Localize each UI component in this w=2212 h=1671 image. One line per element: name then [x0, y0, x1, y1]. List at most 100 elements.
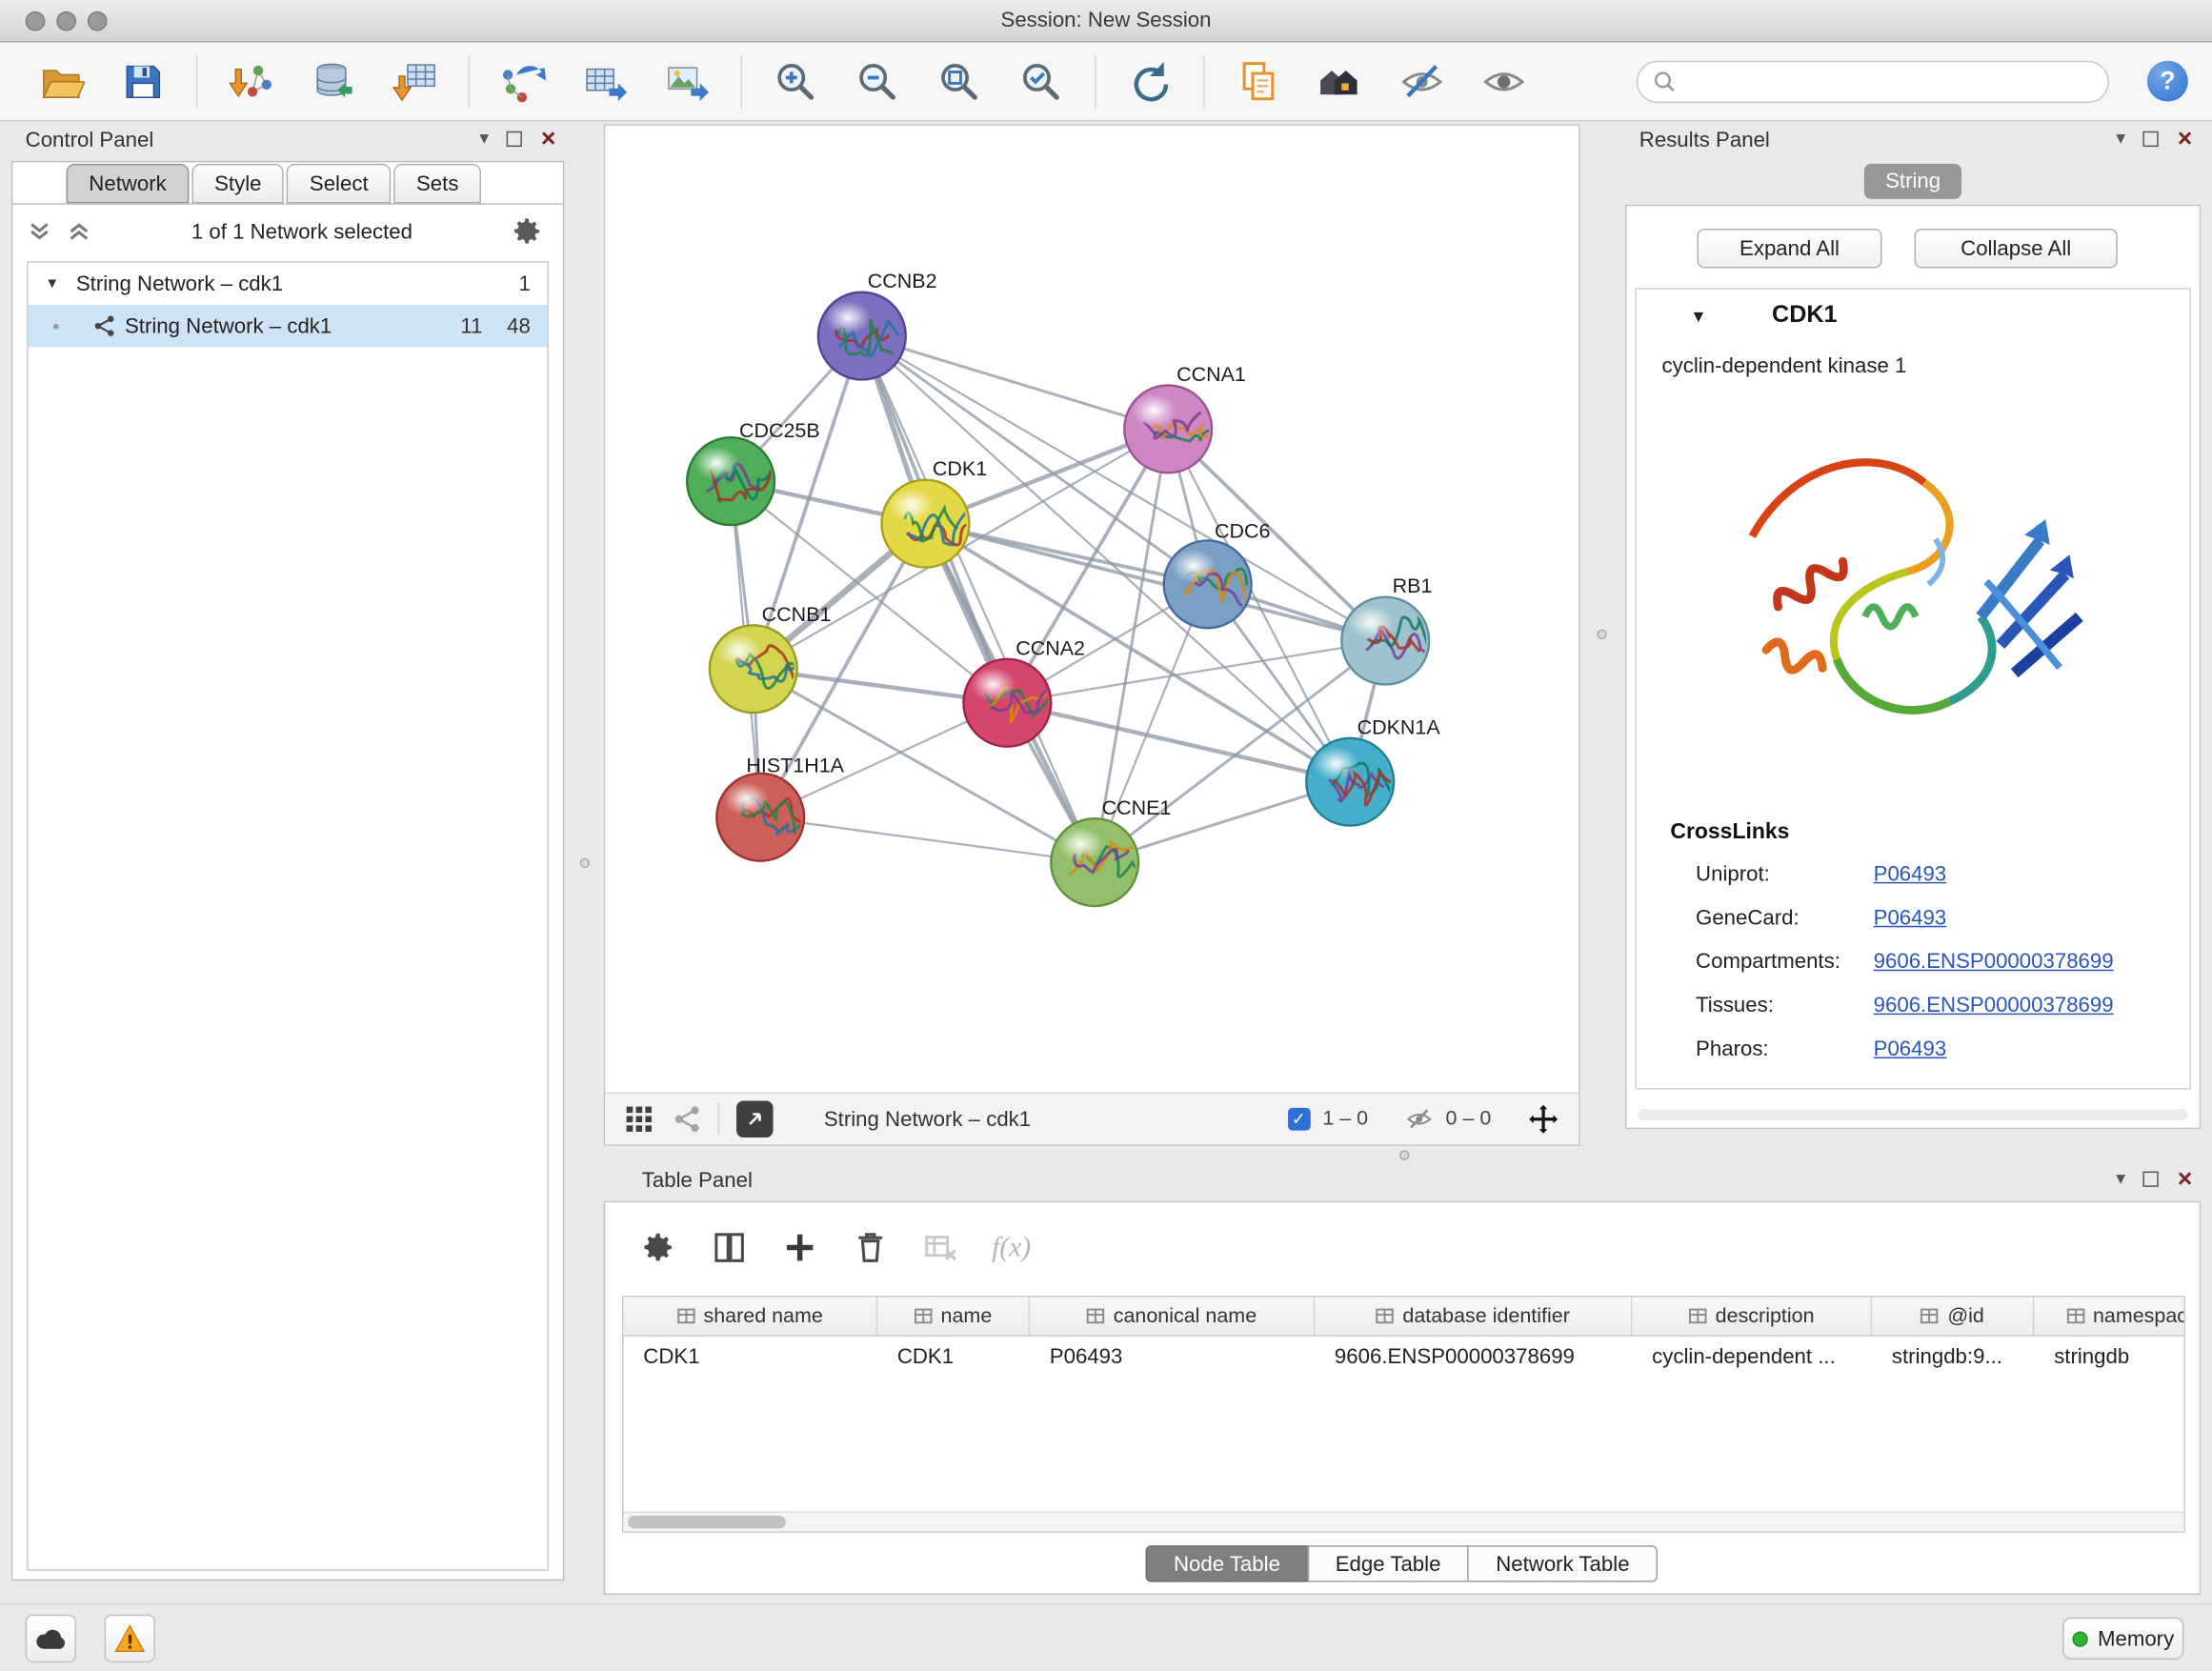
memory-button[interactable]: Memory [2062, 1618, 2183, 1660]
delete-column-button[interactable] [851, 1228, 890, 1267]
add-column-button[interactable] [780, 1228, 819, 1267]
detach-view-button[interactable] [736, 1100, 774, 1137]
column-header-canonical-name[interactable]: canonical name [1030, 1297, 1315, 1335]
tab-sets[interactable]: Sets [393, 164, 481, 203]
tree-network-row[interactable]: ● String Network – cdk1 11 48 [29, 305, 548, 347]
tab-network-table[interactable]: Network Table [1468, 1545, 1659, 1582]
float-panel-button[interactable]: ▾ [479, 127, 489, 150]
crosslink-link[interactable]: 9606.ENSP00000378699 [1874, 994, 2114, 1017]
edge-count: 48 [507, 314, 531, 338]
grid-view-icon[interactable] [625, 1105, 654, 1134]
export-table-button[interactable] [581, 57, 629, 105]
crosslink-link[interactable]: 9606.ENSP00000378699 [1874, 950, 2114, 974]
collapse-all-button[interactable]: Collapse All [1915, 229, 2118, 268]
tab-node-table[interactable]: Node Table [1145, 1545, 1308, 1582]
maximize-panel-button[interactable] [2143, 131, 2159, 146]
expand-all-button[interactable]: Expand All [1698, 229, 1882, 268]
toolbar-separator [196, 54, 197, 108]
warning-button[interactable] [105, 1615, 155, 1662]
close-panel-button[interactable]: × [2178, 129, 2193, 149]
column-header-database-identifier[interactable]: database identifier [1315, 1297, 1632, 1335]
export-image-button[interactable] [663, 57, 711, 105]
float-panel-button[interactable]: ▾ [2116, 127, 2125, 150]
apply-layout-button[interactable] [1126, 57, 1174, 105]
pan-tool-icon[interactable] [1528, 1103, 1559, 1135]
import-database-button[interactable] [309, 57, 356, 105]
card-collapse-arrow[interactable]: ▼ [1690, 306, 1707, 326]
zoom-in-button[interactable] [772, 57, 819, 105]
network-node-ccnb1[interactable]: CCNB1 [710, 603, 832, 713]
network-node-ccnb2[interactable]: CCNB2 [818, 270, 937, 379]
tab-select[interactable]: Select [287, 164, 391, 203]
network-overview-button[interactable] [1317, 57, 1364, 105]
crosslink-link[interactable]: P06493 [1874, 862, 1947, 886]
maximize-panel-button[interactable] [2143, 1171, 2159, 1186]
network-node-cdc25b[interactable]: CDC25B [687, 419, 819, 525]
network-node-cdc6[interactable]: CDC6 [1164, 519, 1271, 628]
show-columns-button[interactable] [710, 1228, 749, 1267]
table-row[interactable]: CDK1 CDK1 P06493 9606.ENSP00000378699 cy… [624, 1337, 2185, 1376]
splitter-handle[interactable] [580, 858, 590, 868]
show-details-button[interactable] [1479, 57, 1527, 105]
expand-all-icon[interactable] [67, 219, 92, 245]
selection-checkbox[interactable]: ✓ [1287, 1108, 1310, 1131]
maximize-panel-button[interactable] [507, 131, 522, 146]
table-settings-button[interactable] [639, 1228, 678, 1267]
node-label: CDC25B [739, 419, 820, 442]
export-image-icon [663, 57, 711, 105]
network-node-hist1h1a[interactable]: HIST1H1A [716, 754, 844, 860]
tree-root-row[interactable]: ▼ String Network – cdk1 1 [29, 263, 548, 305]
import-table-button[interactable] [391, 57, 438, 105]
cloud-button[interactable] [26, 1615, 76, 1662]
tab-style[interactable]: Style [191, 164, 284, 203]
tree-expander-icon[interactable]: ▼ [45, 276, 59, 292]
string-tab[interactable]: String [1864, 164, 1961, 199]
close-panel-button[interactable]: × [2178, 1169, 2193, 1189]
delete-table-button[interactable] [921, 1228, 960, 1267]
collapse-all-icon[interactable] [27, 219, 52, 245]
crosslink-link[interactable]: P06493 [1874, 1037, 1947, 1061]
node-label: CDK1 [933, 457, 987, 480]
function-builder-button[interactable]: f(x) [992, 1232, 1031, 1264]
network-view-title: String Network – cdk1 [824, 1107, 1031, 1131]
import-network-button[interactable] [227, 57, 274, 105]
control-panel-header: Control Panel ▾ × [11, 124, 565, 161]
open-session-button[interactable] [37, 57, 85, 105]
save-session-button[interactable] [118, 57, 166, 105]
window-titlebar: Session: New Session [0, 0, 2212, 42]
search-icon [1652, 70, 1678, 95]
export-network-button[interactable] [499, 57, 547, 105]
zoom-fit-button[interactable] [935, 57, 983, 105]
crosslink-link[interactable]: P06493 [1874, 906, 1947, 930]
network-canvas[interactable]: CCNB2CCNA1CDC25BCDK1CDC6RB1CCNB1CCNA2CDK… [605, 126, 1579, 1093]
birdseye-icon[interactable] [673, 1105, 701, 1134]
gear-icon[interactable] [513, 216, 544, 248]
hide-details-button[interactable] [1398, 57, 1446, 105]
network-node-cdkn1a[interactable]: CDKN1A [1306, 715, 1440, 825]
network-node-ccna1[interactable]: CCNA1 [1124, 363, 1246, 473]
help-button[interactable]: ? [2147, 61, 2188, 102]
column-header-shared-name[interactable]: shared name [624, 1297, 878, 1335]
column-header-id[interactable]: @id [1872, 1297, 2034, 1335]
search-input[interactable] [1686, 64, 2108, 101]
scrollbar-thumb[interactable] [628, 1516, 786, 1528]
annotations-button[interactable] [1235, 57, 1282, 105]
column-header-name[interactable]: name [877, 1297, 1030, 1335]
column-header-namespace[interactable]: namespace [2034, 1297, 2184, 1335]
close-panel-button[interactable]: × [541, 129, 556, 149]
column-header-description[interactable]: description [1632, 1297, 1872, 1335]
tab-network[interactable]: Network [67, 164, 190, 203]
search-box[interactable] [1637, 61, 2109, 103]
float-panel-button[interactable]: ▾ [2116, 1167, 2125, 1190]
memory-label: Memory [2098, 1626, 2174, 1650]
network-node-rb1[interactable]: RB1 [1341, 574, 1435, 684]
node-count: 11 [460, 314, 482, 338]
splitter-handle[interactable] [1597, 630, 1606, 639]
zoom-out-button[interactable] [854, 57, 901, 105]
splitter-handle[interactable] [1399, 1150, 1409, 1159]
zoom-selected-button[interactable] [1017, 57, 1065, 105]
results-scrollbar[interactable] [1638, 1109, 2188, 1120]
tab-edge-table[interactable]: Edge Table [1307, 1545, 1469, 1582]
main-toolbar: ? [0, 42, 2212, 121]
eye-icon [1479, 57, 1527, 105]
